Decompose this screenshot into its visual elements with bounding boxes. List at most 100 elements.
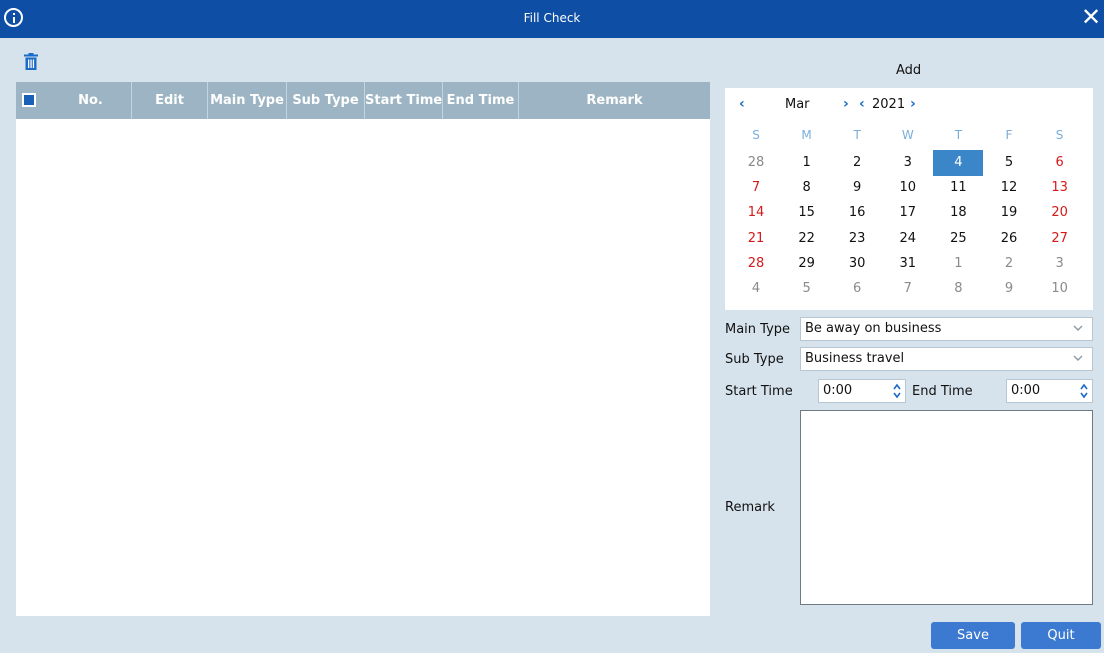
sub-type-select[interactable]: Business travel xyxy=(800,347,1093,371)
calendar-day-label: 28 xyxy=(747,255,765,271)
calendar-day[interactable]: 12 xyxy=(984,176,1034,200)
weekday-header: F xyxy=(1005,128,1013,142)
calendar-day[interactable]: 10 xyxy=(1035,277,1085,301)
main-type-value: Be away on business xyxy=(805,321,942,336)
calendar-day-label: 12 xyxy=(1000,180,1018,196)
calendar-day[interactable]: 1 xyxy=(933,252,983,276)
sub-type-value: Business travel xyxy=(805,351,905,366)
calendar-day[interactable]: 4 xyxy=(933,150,984,176)
column-header-start-time[interactable]: Start Time xyxy=(365,82,443,119)
calendar-day-label: 18 xyxy=(950,205,967,221)
calendar-day-label: 3 xyxy=(1055,255,1064,271)
calendar-day-label: 5 xyxy=(1004,155,1014,170)
column-header-remark[interactable]: Remark xyxy=(519,82,710,119)
calendar-day[interactable]: 15 xyxy=(782,201,832,225)
end-time-value: 0:00 xyxy=(1011,383,1041,398)
start-time-value: 0:00 xyxy=(823,383,853,398)
column-header-main-type[interactable]: Main Type xyxy=(208,82,287,119)
calendar-day[interactable]: 20 xyxy=(1035,201,1085,225)
calendar-day-label: 14 xyxy=(747,205,765,221)
column-header-edit[interactable]: Edit xyxy=(132,82,208,119)
calendar-day-label: 4 xyxy=(954,155,963,170)
calendar-day[interactable]: 21 xyxy=(731,227,781,251)
weekday-header: M xyxy=(801,128,812,142)
start-time-input[interactable]: 0:00 xyxy=(818,379,906,403)
calendar-day[interactable]: 3 xyxy=(883,151,933,175)
prev-month-button[interactable]: ‹ xyxy=(739,96,745,112)
calendar-day[interactable]: 3 xyxy=(1035,252,1085,276)
calendar-day[interactable]: 22 xyxy=(782,227,832,251)
calendar-day[interactable]: 2 xyxy=(832,151,882,175)
calendar-day-label: 19 xyxy=(1000,205,1018,221)
calendar-day[interactable]: 4 xyxy=(731,277,781,301)
calendar-day[interactable]: 9 xyxy=(984,277,1034,301)
calendar-day[interactable]: 16 xyxy=(832,201,882,225)
remark-textarea[interactable] xyxy=(800,410,1093,605)
sub-type-label: Sub Type xyxy=(725,352,784,367)
calendar-day[interactable]: 11 xyxy=(933,176,983,200)
calendar-day-label: 11 xyxy=(950,180,967,196)
calendar-day[interactable]: 7 xyxy=(883,277,933,301)
start-time-label: Start Time xyxy=(725,384,793,399)
main-type-select[interactable]: Be away on business xyxy=(800,317,1093,341)
calendar-day[interactable]: 25 xyxy=(933,227,983,251)
calendar-day[interactable]: 5 xyxy=(782,277,832,301)
select-all-checkbox[interactable] xyxy=(22,93,36,107)
table-header: No. Edit Main Type Sub Type Start Time E… xyxy=(16,82,710,119)
calendar-day[interactable]: 8 xyxy=(933,277,983,301)
calendar-day[interactable]: 30 xyxy=(832,252,882,276)
calendar-day[interactable]: 17 xyxy=(883,201,933,225)
calendar-day[interactable]: 27 xyxy=(1035,227,1085,251)
calendar-day[interactable]: 8 xyxy=(782,176,832,200)
calendar-day-label: 13 xyxy=(1051,180,1068,196)
calendar-day-label: 10 xyxy=(899,180,917,196)
next-month-button[interactable]: › xyxy=(843,96,849,112)
trash-icon[interactable] xyxy=(24,53,38,70)
calendar-day[interactable]: 13 xyxy=(1035,176,1085,200)
calendar-day-label: 7 xyxy=(751,180,761,196)
up-down-icon[interactable] xyxy=(892,382,902,400)
calendar-day[interactable]: 14 xyxy=(731,201,781,225)
calendar-day[interactable]: 7 xyxy=(731,176,781,200)
calendar-day-label: 24 xyxy=(899,230,917,246)
calendar-day[interactable]: 24 xyxy=(883,227,933,251)
calendar-day[interactable]: 10 xyxy=(883,176,933,200)
calendar-day[interactable]: 18 xyxy=(933,201,983,225)
calendar-day-label: 29 xyxy=(798,255,815,271)
end-time-input[interactable]: 0:00 xyxy=(1006,379,1093,403)
prev-year-button[interactable]: ‹ xyxy=(859,96,865,112)
calendar-day[interactable]: 26 xyxy=(984,227,1034,251)
calendar-day[interactable]: 28 xyxy=(731,151,781,175)
next-year-button[interactable]: › xyxy=(910,96,916,112)
column-header-sub-type[interactable]: Sub Type xyxy=(287,82,365,119)
column-header-no[interactable]: No. xyxy=(50,82,132,119)
calendar-day-label: 23 xyxy=(848,230,866,246)
form-heading: Add xyxy=(896,63,922,78)
calendar-day-label: 28 xyxy=(747,155,765,170)
calendar-day[interactable]: 31 xyxy=(883,252,933,276)
calendar-day-label: 10 xyxy=(1051,281,1068,296)
quit-button[interactable]: Quit xyxy=(1021,622,1101,649)
title-bar: Fill Check ✕ xyxy=(0,0,1104,38)
calendar-day[interactable]: 29 xyxy=(782,252,832,276)
calendar-day[interactable]: 9 xyxy=(832,176,882,200)
column-header-end-time[interactable]: End Time xyxy=(443,82,519,119)
calendar-day-label: 17 xyxy=(899,205,917,221)
calendar-day[interactable]: 6 xyxy=(832,277,882,301)
calendar-day[interactable]: 23 xyxy=(832,227,882,251)
calendar-day[interactable]: 6 xyxy=(1035,151,1085,175)
calendar-day-label: 6 xyxy=(853,281,862,296)
calendar-day[interactable]: 1 xyxy=(782,151,832,175)
calendar-day-label: 3 xyxy=(903,155,912,170)
close-icon[interactable]: ✕ xyxy=(1080,5,1102,29)
calendar-day[interactable]: 2 xyxy=(984,252,1034,276)
save-button[interactable]: Save xyxy=(931,622,1015,649)
calendar-day[interactable]: 5 xyxy=(984,151,1034,175)
calendar-day-label: 2 xyxy=(1004,255,1014,271)
calendar-day-label: 4 xyxy=(751,281,761,296)
calendar-day-label: 20 xyxy=(1051,205,1068,221)
calendar-day[interactable]: 28 xyxy=(731,252,781,276)
date-picker: ‹ Mar › ‹ 2021 › S M T W T F S 28 1 2 3 4 5 6 7 8 9 10 11 1… xyxy=(725,88,1093,310)
up-down-icon[interactable] xyxy=(1079,382,1089,400)
calendar-day[interactable]: 19 xyxy=(984,201,1034,225)
